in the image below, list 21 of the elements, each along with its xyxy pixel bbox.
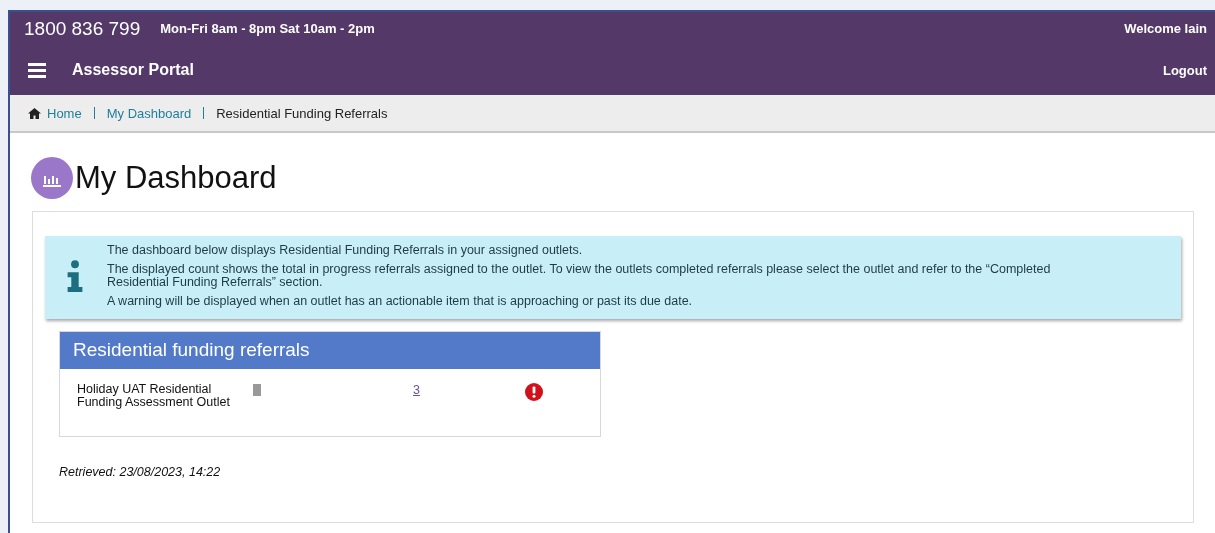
portal-title: Assessor Portal (72, 61, 194, 79)
info-text: The dashboard below displays Residential Funding Referrals in your assigned outlets. (107, 244, 584, 258)
opening-hours: Mon-Fri 8am - 8pm Sat 10am - 2pm (160, 21, 375, 36)
logout-link[interactable]: Logout (1162, 62, 1207, 78)
home-icon (28, 107, 41, 119)
outlet-name: Holiday UAT Residential Funding Assessment Outlet (77, 382, 231, 410)
breadcrumb-link[interactable]: Home (47, 105, 82, 121)
count-link[interactable]: 3 (413, 382, 420, 397)
status-marker-icon (253, 383, 261, 396)
info-text: A warning will be displayed when an outlet has an actionable item that is approaching or past its due date. (107, 295, 694, 309)
welcome-text: Welcome Iain (1124, 21, 1207, 36)
menu-icon[interactable] (28, 62, 46, 78)
breadcrumb-link[interactable]: My Dashboard (106, 105, 192, 121)
current-page-label: Residential Funding Referrals (216, 105, 388, 121)
bar-chart-icon (31, 157, 73, 199)
panel-title: Residential funding referrals (60, 331, 600, 369)
phone-number: 1800 836 799 (24, 17, 141, 40)
info-icon (65, 260, 85, 293)
page-title: My Dashboard (75, 160, 277, 196)
info-text: The displayed count shows the total in progress referrals assigned to the outlet. To view the outlets completed referrals please select the outlet and refer to the “Completed Residential Funding Referrals” section. (107, 263, 1052, 290)
retrieved-time: Retrieved: 23/08/2023, 14:22 (59, 465, 222, 479)
